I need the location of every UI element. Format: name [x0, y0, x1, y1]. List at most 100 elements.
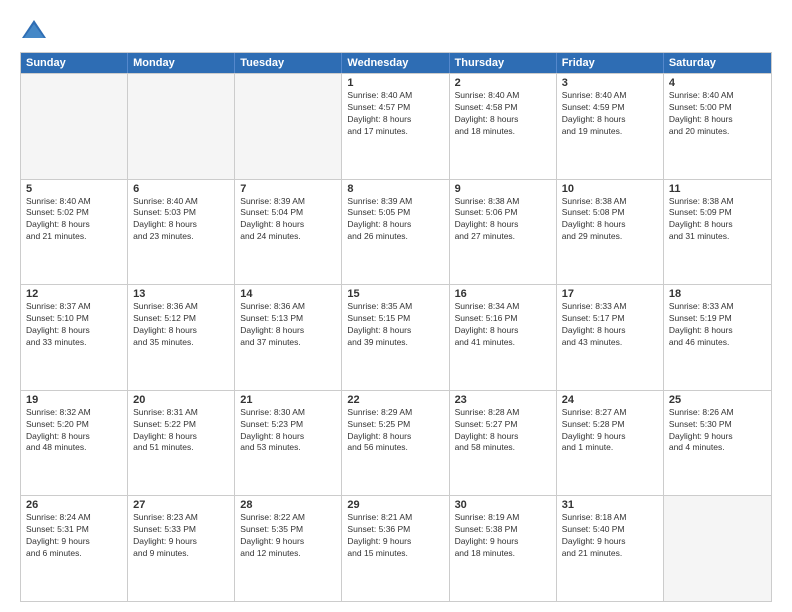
day-info: Sunrise: 8:29 AM Sunset: 5:25 PM Dayligh…	[347, 407, 443, 455]
empty-cell	[21, 74, 128, 179]
day-number: 1	[347, 77, 443, 89]
header-cell-sunday: Sunday	[21, 53, 128, 73]
header-cell-thursday: Thursday	[450, 53, 557, 73]
day-number: 15	[347, 288, 443, 300]
calendar-header-row: SundayMondayTuesdayWednesdayThursdayFrid…	[21, 53, 771, 73]
day-info: Sunrise: 8:21 AM Sunset: 5:36 PM Dayligh…	[347, 512, 443, 560]
day-number: 8	[347, 183, 443, 195]
day-cell-1: 1Sunrise: 8:40 AM Sunset: 4:57 PM Daylig…	[342, 74, 449, 179]
day-number: 14	[240, 288, 336, 300]
header-cell-monday: Monday	[128, 53, 235, 73]
day-info: Sunrise: 8:38 AM Sunset: 5:06 PM Dayligh…	[455, 196, 551, 244]
day-cell-16: 16Sunrise: 8:34 AM Sunset: 5:16 PM Dayli…	[450, 285, 557, 390]
day-cell-28: 28Sunrise: 8:22 AM Sunset: 5:35 PM Dayli…	[235, 496, 342, 601]
day-number: 23	[455, 394, 551, 406]
day-info: Sunrise: 8:19 AM Sunset: 5:38 PM Dayligh…	[455, 512, 551, 560]
day-info: Sunrise: 8:40 AM Sunset: 5:02 PM Dayligh…	[26, 196, 122, 244]
day-number: 7	[240, 183, 336, 195]
day-cell-13: 13Sunrise: 8:36 AM Sunset: 5:12 PM Dayli…	[128, 285, 235, 390]
day-info: Sunrise: 8:34 AM Sunset: 5:16 PM Dayligh…	[455, 301, 551, 349]
day-info: Sunrise: 8:33 AM Sunset: 5:19 PM Dayligh…	[669, 301, 766, 349]
day-number: 17	[562, 288, 658, 300]
day-number: 21	[240, 394, 336, 406]
day-cell-26: 26Sunrise: 8:24 AM Sunset: 5:31 PM Dayli…	[21, 496, 128, 601]
day-cell-6: 6Sunrise: 8:40 AM Sunset: 5:03 PM Daylig…	[128, 180, 235, 285]
day-cell-15: 15Sunrise: 8:35 AM Sunset: 5:15 PM Dayli…	[342, 285, 449, 390]
day-info: Sunrise: 8:38 AM Sunset: 5:08 PM Dayligh…	[562, 196, 658, 244]
header-cell-friday: Friday	[557, 53, 664, 73]
day-cell-3: 3Sunrise: 8:40 AM Sunset: 4:59 PM Daylig…	[557, 74, 664, 179]
day-info: Sunrise: 8:36 AM Sunset: 5:12 PM Dayligh…	[133, 301, 229, 349]
day-info: Sunrise: 8:40 AM Sunset: 4:57 PM Dayligh…	[347, 90, 443, 138]
day-number: 6	[133, 183, 229, 195]
day-cell-8: 8Sunrise: 8:39 AM Sunset: 5:05 PM Daylig…	[342, 180, 449, 285]
calendar-body: 1Sunrise: 8:40 AM Sunset: 4:57 PM Daylig…	[21, 73, 771, 601]
day-info: Sunrise: 8:28 AM Sunset: 5:27 PM Dayligh…	[455, 407, 551, 455]
day-cell-27: 27Sunrise: 8:23 AM Sunset: 5:33 PM Dayli…	[128, 496, 235, 601]
week-row-4: 19Sunrise: 8:32 AM Sunset: 5:20 PM Dayli…	[21, 390, 771, 496]
day-info: Sunrise: 8:18 AM Sunset: 5:40 PM Dayligh…	[562, 512, 658, 560]
day-number: 13	[133, 288, 229, 300]
day-number: 18	[669, 288, 766, 300]
day-cell-7: 7Sunrise: 8:39 AM Sunset: 5:04 PM Daylig…	[235, 180, 342, 285]
day-number: 22	[347, 394, 443, 406]
day-cell-21: 21Sunrise: 8:30 AM Sunset: 5:23 PM Dayli…	[235, 391, 342, 496]
header-cell-tuesday: Tuesday	[235, 53, 342, 73]
day-number: 9	[455, 183, 551, 195]
day-info: Sunrise: 8:40 AM Sunset: 4:59 PM Dayligh…	[562, 90, 658, 138]
day-cell-17: 17Sunrise: 8:33 AM Sunset: 5:17 PM Dayli…	[557, 285, 664, 390]
day-cell-22: 22Sunrise: 8:29 AM Sunset: 5:25 PM Dayli…	[342, 391, 449, 496]
day-number: 28	[240, 499, 336, 511]
logo	[20, 16, 52, 44]
day-cell-11: 11Sunrise: 8:38 AM Sunset: 5:09 PM Dayli…	[664, 180, 771, 285]
day-info: Sunrise: 8:39 AM Sunset: 5:04 PM Dayligh…	[240, 196, 336, 244]
day-cell-30: 30Sunrise: 8:19 AM Sunset: 5:38 PM Dayli…	[450, 496, 557, 601]
day-cell-5: 5Sunrise: 8:40 AM Sunset: 5:02 PM Daylig…	[21, 180, 128, 285]
day-number: 31	[562, 499, 658, 511]
day-number: 24	[562, 394, 658, 406]
day-number: 2	[455, 77, 551, 89]
day-cell-29: 29Sunrise: 8:21 AM Sunset: 5:36 PM Dayli…	[342, 496, 449, 601]
header-cell-wednesday: Wednesday	[342, 53, 449, 73]
empty-cell	[235, 74, 342, 179]
day-number: 27	[133, 499, 229, 511]
day-info: Sunrise: 8:40 AM Sunset: 4:58 PM Dayligh…	[455, 90, 551, 138]
page: SundayMondayTuesdayWednesdayThursdayFrid…	[0, 0, 792, 612]
day-number: 11	[669, 183, 766, 195]
day-cell-18: 18Sunrise: 8:33 AM Sunset: 5:19 PM Dayli…	[664, 285, 771, 390]
day-cell-20: 20Sunrise: 8:31 AM Sunset: 5:22 PM Dayli…	[128, 391, 235, 496]
day-cell-14: 14Sunrise: 8:36 AM Sunset: 5:13 PM Dayli…	[235, 285, 342, 390]
day-number: 12	[26, 288, 122, 300]
day-info: Sunrise: 8:39 AM Sunset: 5:05 PM Dayligh…	[347, 196, 443, 244]
day-info: Sunrise: 8:40 AM Sunset: 5:00 PM Dayligh…	[669, 90, 766, 138]
day-info: Sunrise: 8:40 AM Sunset: 5:03 PM Dayligh…	[133, 196, 229, 244]
day-cell-9: 9Sunrise: 8:38 AM Sunset: 5:06 PM Daylig…	[450, 180, 557, 285]
day-info: Sunrise: 8:23 AM Sunset: 5:33 PM Dayligh…	[133, 512, 229, 560]
day-cell-31: 31Sunrise: 8:18 AM Sunset: 5:40 PM Dayli…	[557, 496, 664, 601]
day-number: 3	[562, 77, 658, 89]
empty-cell	[128, 74, 235, 179]
empty-cell	[664, 496, 771, 601]
day-number: 16	[455, 288, 551, 300]
day-number: 25	[669, 394, 766, 406]
week-row-5: 26Sunrise: 8:24 AM Sunset: 5:31 PM Dayli…	[21, 495, 771, 601]
day-cell-4: 4Sunrise: 8:40 AM Sunset: 5:00 PM Daylig…	[664, 74, 771, 179]
day-info: Sunrise: 8:32 AM Sunset: 5:20 PM Dayligh…	[26, 407, 122, 455]
header-cell-saturday: Saturday	[664, 53, 771, 73]
day-info: Sunrise: 8:24 AM Sunset: 5:31 PM Dayligh…	[26, 512, 122, 560]
day-number: 19	[26, 394, 122, 406]
day-info: Sunrise: 8:30 AM Sunset: 5:23 PM Dayligh…	[240, 407, 336, 455]
day-cell-12: 12Sunrise: 8:37 AM Sunset: 5:10 PM Dayli…	[21, 285, 128, 390]
day-cell-2: 2Sunrise: 8:40 AM Sunset: 4:58 PM Daylig…	[450, 74, 557, 179]
day-cell-10: 10Sunrise: 8:38 AM Sunset: 5:08 PM Dayli…	[557, 180, 664, 285]
day-info: Sunrise: 8:33 AM Sunset: 5:17 PM Dayligh…	[562, 301, 658, 349]
day-info: Sunrise: 8:38 AM Sunset: 5:09 PM Dayligh…	[669, 196, 766, 244]
day-number: 5	[26, 183, 122, 195]
day-number: 26	[26, 499, 122, 511]
day-info: Sunrise: 8:37 AM Sunset: 5:10 PM Dayligh…	[26, 301, 122, 349]
header	[20, 16, 772, 44]
day-cell-25: 25Sunrise: 8:26 AM Sunset: 5:30 PM Dayli…	[664, 391, 771, 496]
day-cell-23: 23Sunrise: 8:28 AM Sunset: 5:27 PM Dayli…	[450, 391, 557, 496]
day-cell-19: 19Sunrise: 8:32 AM Sunset: 5:20 PM Dayli…	[21, 391, 128, 496]
day-number: 20	[133, 394, 229, 406]
